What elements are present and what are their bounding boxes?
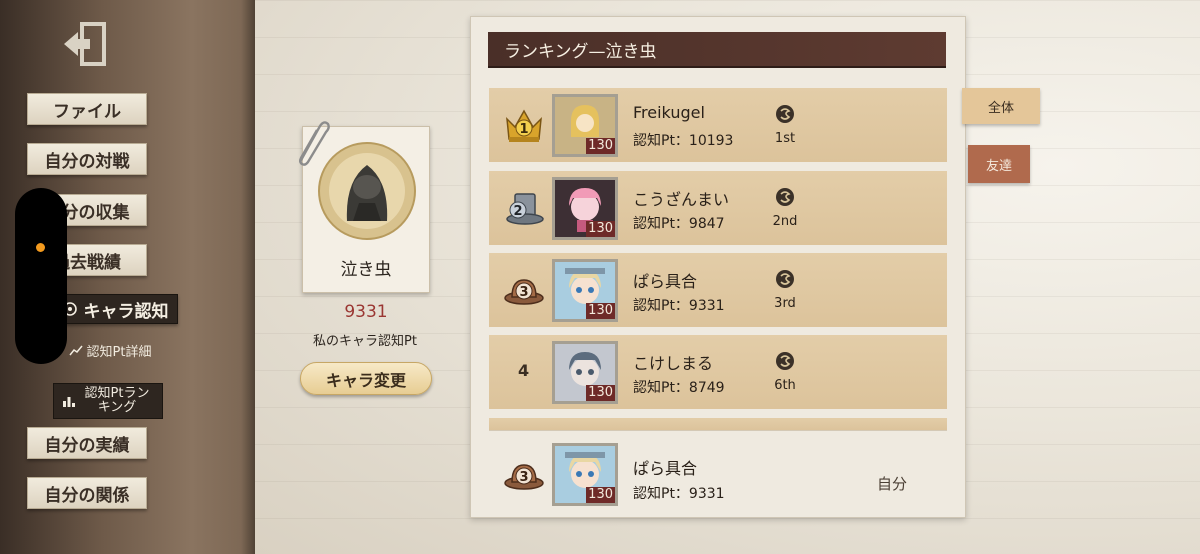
svg-text:2: 2	[513, 204, 522, 219]
tier-label: 2nd	[772, 214, 798, 229]
gold-crown-icon: 1	[506, 109, 542, 142]
player-name: こけしまる	[633, 354, 714, 373]
tier-icon	[776, 270, 794, 288]
player-avatar[interactable]: 130	[552, 94, 618, 157]
my-character-points-label: 私のキャラ認知Pt	[313, 334, 417, 349]
ranking-row[interactable]: 4 130 こけしまる 認知Pt：8749 6th	[489, 335, 947, 409]
my-character-points: 9331	[344, 302, 388, 322]
sidebar-item-label: キャラ認知	[83, 301, 169, 322]
tier-icon	[776, 188, 794, 206]
sidebar-subitem-pt-detail[interactable]: 認知Pt詳細	[60, 340, 160, 360]
tab-friends[interactable]: 友達	[968, 145, 1030, 183]
avatar-level: 130	[586, 221, 615, 237]
player-avatar[interactable]: 130	[552, 177, 618, 240]
ranking-row-partial	[489, 418, 947, 430]
bronze-hat-icon: 3	[504, 464, 544, 490]
svg-text:3: 3	[519, 285, 528, 300]
sidebar-item-my-achievements[interactable]: 自分の実績	[27, 427, 147, 459]
sidebar-subitem-label: 認知Ptランキング	[84, 386, 150, 415]
indicator-dot	[36, 243, 45, 252]
avatar-level: 130	[586, 385, 615, 401]
my-ranking-row[interactable]: 3 130 ぱら具合 認知Pt：9331 自分	[489, 430, 947, 516]
player-avatar[interactable]: 130	[552, 341, 618, 404]
ranking-title: ランキング—泣き虫	[488, 32, 946, 68]
sidebar-item-character-recognition[interactable]: キャラ認知	[52, 294, 178, 324]
player-name: ぱら具合	[633, 459, 698, 478]
svg-text:3: 3	[519, 470, 528, 485]
ranking-bars-icon	[63, 397, 75, 407]
paperclip-icon	[298, 121, 330, 166]
character-name: 泣き虫	[340, 260, 392, 280]
avatar-level: 130	[586, 303, 615, 319]
tier-label: 6th	[774, 378, 796, 393]
player-avatar[interactable]: 130	[552, 259, 618, 322]
sidebar-item-file[interactable]: ファイル	[27, 93, 147, 125]
silver-hat-icon: 2	[506, 193, 544, 225]
ranking-row[interactable]: 1 130 Freikugel 認知Pt：10193 1st	[489, 88, 947, 162]
player-points: 認知Pt：9847	[633, 216, 725, 232]
ranking-row[interactable]: 2 130 こうざんまい 認知Pt：9847 2nd	[489, 171, 947, 245]
tier-label: 1st	[774, 131, 796, 146]
tier-icon	[776, 105, 794, 123]
exit-icon[interactable]	[60, 18, 112, 70]
sidebar-item-my-relations[interactable]: 自分の関係	[27, 477, 147, 509]
player-name: ぱら具合	[633, 272, 698, 291]
chart-icon	[68, 345, 83, 356]
tier-icon	[776, 352, 794, 370]
player-points: 認知Pt：9331	[633, 298, 725, 314]
player-avatar[interactable]: 130	[552, 443, 618, 506]
camera-pill-overlay	[15, 188, 67, 364]
player-points: 認知Pt：8749	[633, 380, 725, 396]
player-points: 認知Pt：10193	[633, 133, 734, 149]
player-points: 認知Pt：9331	[633, 486, 725, 502]
bronze-hat-icon: 3	[504, 279, 544, 305]
ranking-row[interactable]: 3 130 ぱら具合 認知Pt：9331 3rd	[489, 253, 947, 327]
rank-number: 4	[518, 361, 530, 380]
svg-text:1: 1	[519, 122, 528, 137]
avatar-level: 130	[586, 138, 615, 154]
player-name: こうざんまい	[633, 190, 730, 209]
tier-label: 3rd	[774, 296, 796, 311]
sidebar-subitem-pt-ranking[interactable]: 認知Ptランキング	[53, 383, 163, 419]
self-label: 自分	[877, 475, 908, 493]
tab-all[interactable]: 全体	[962, 88, 1040, 124]
sidebar-subitem-label: 認知Pt詳細	[86, 344, 152, 360]
avatar-level: 130	[586, 487, 615, 503]
sidebar-item-my-matches[interactable]: 自分の対戦	[27, 143, 147, 175]
character-portrait	[318, 142, 416, 240]
change-character-button[interactable]: キャラ変更	[300, 362, 432, 395]
player-name: Freikugel	[633, 103, 705, 122]
